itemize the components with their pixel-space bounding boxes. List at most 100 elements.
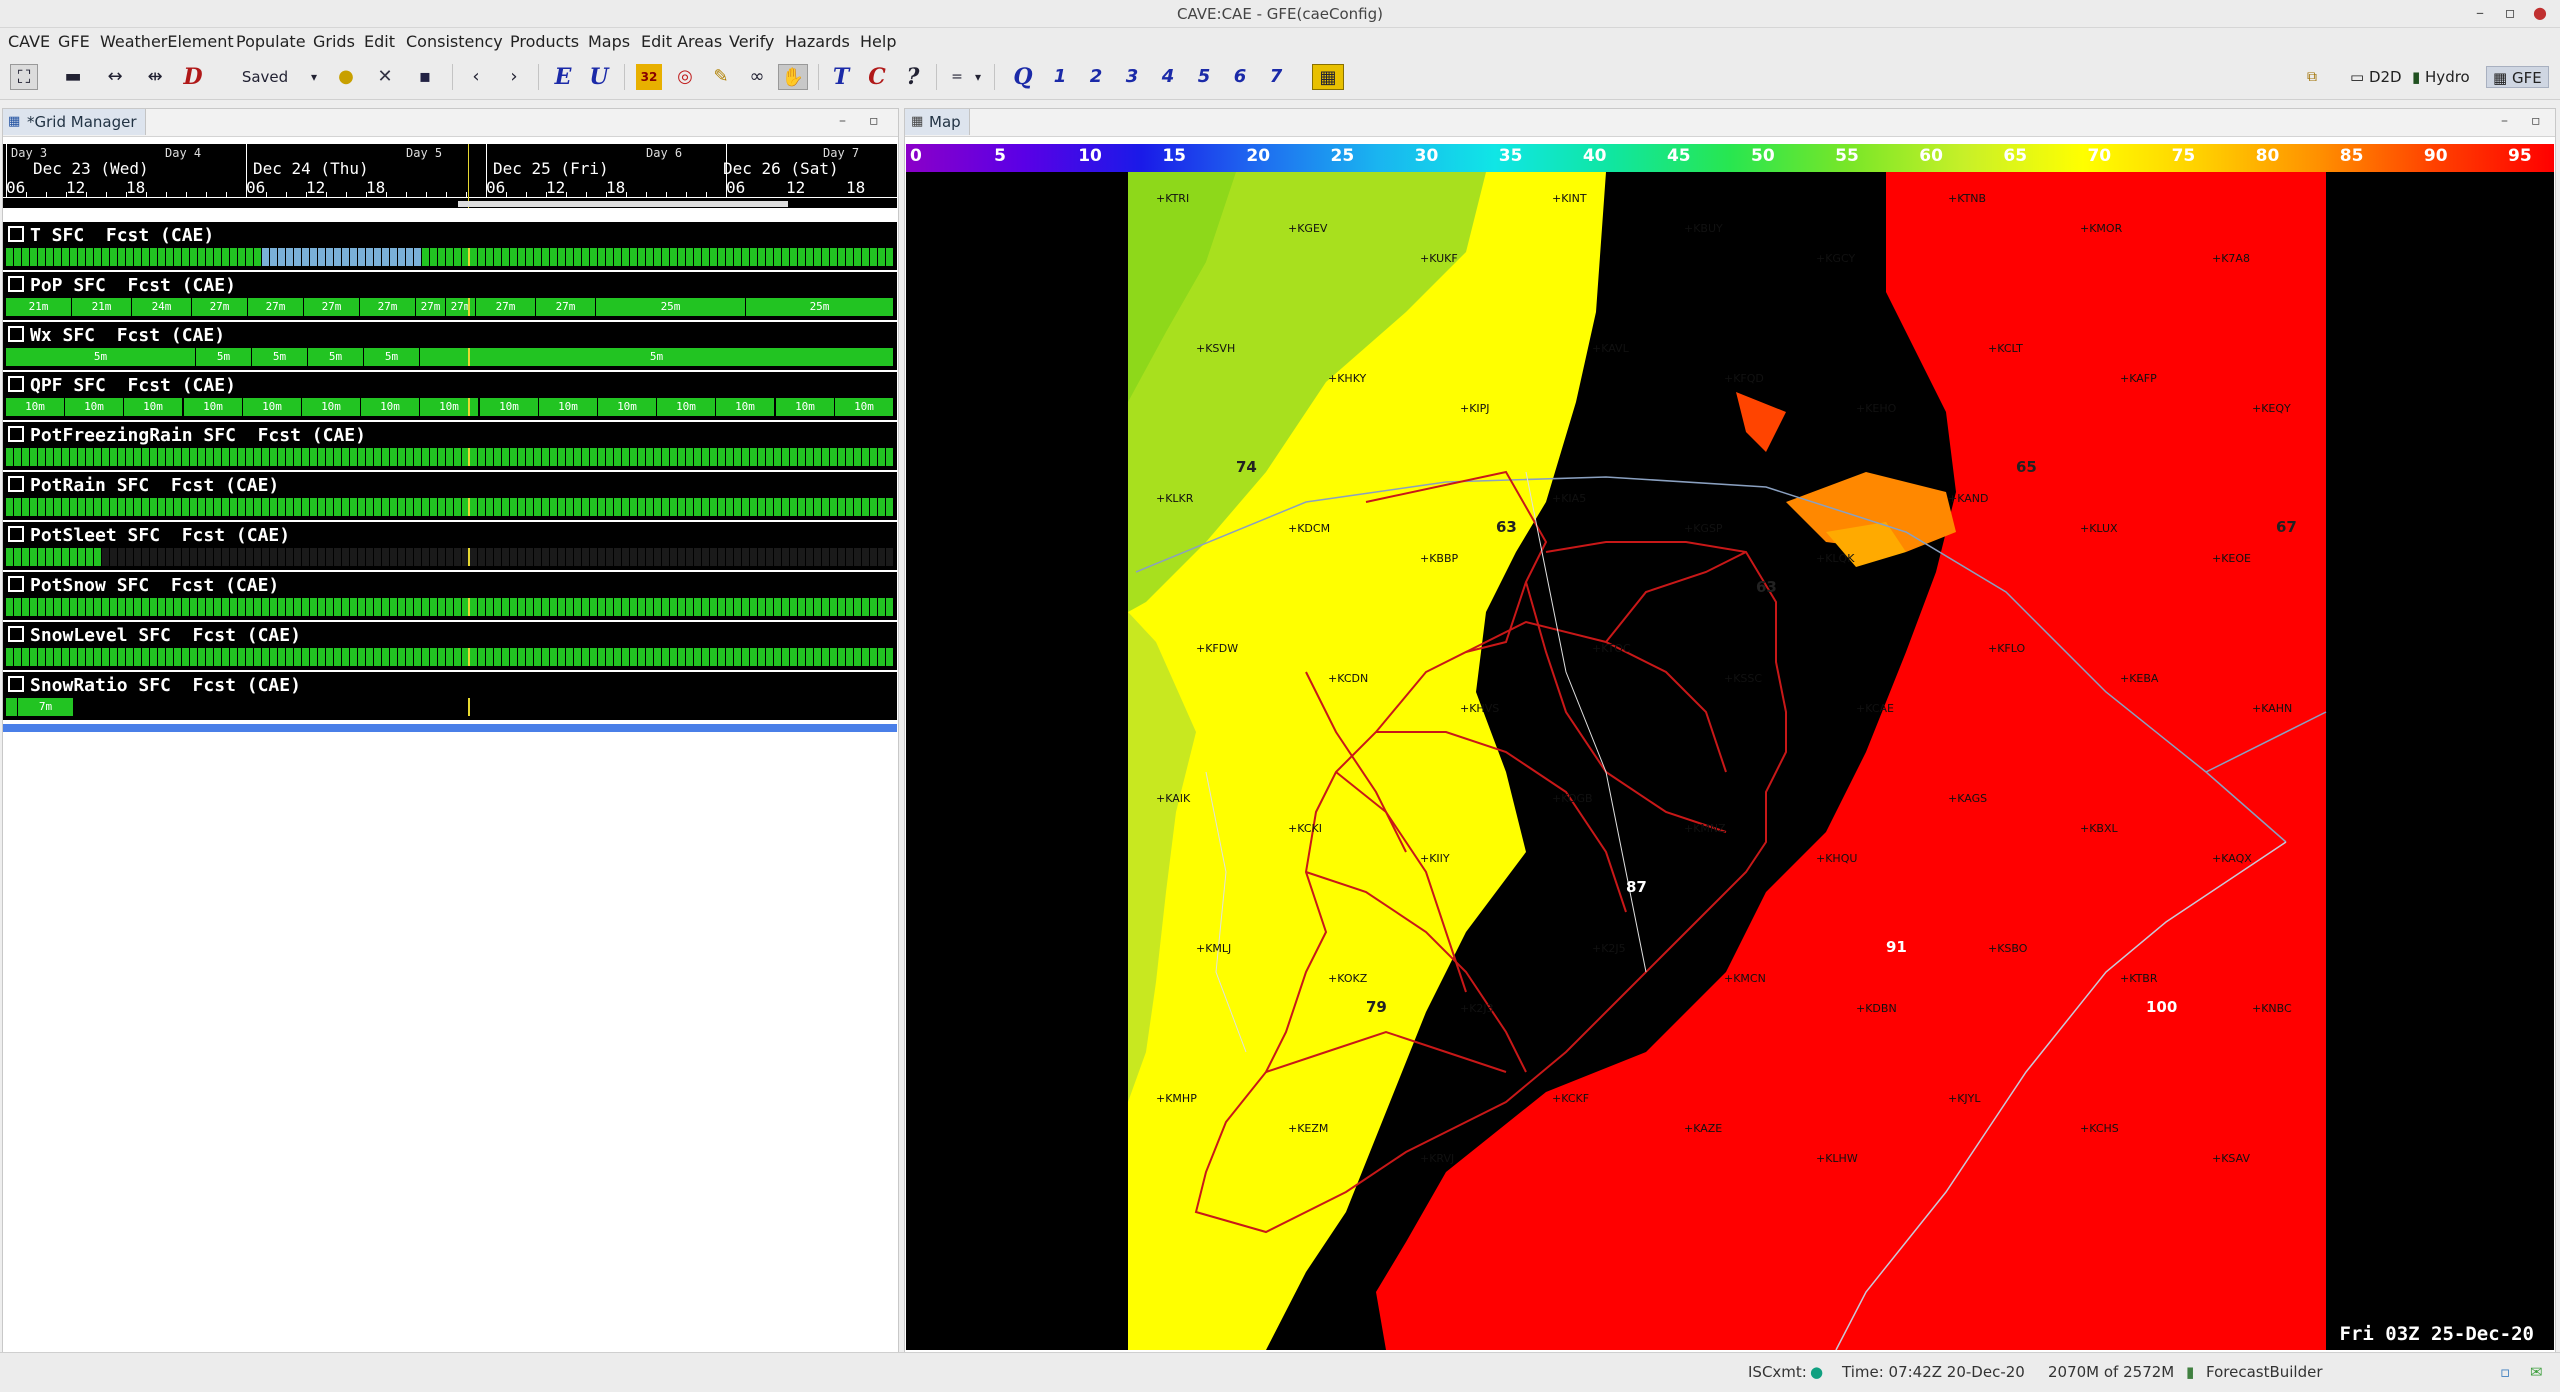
grid-block[interactable]: [182, 548, 190, 566]
grid-block[interactable]: [374, 448, 382, 466]
grid-block[interactable]: [414, 448, 422, 466]
grid-block[interactable]: [886, 498, 894, 516]
grid-block[interactable]: [342, 598, 350, 616]
grid-block[interactable]: [174, 498, 182, 516]
grid-block[interactable]: 10m: [420, 398, 479, 416]
grid-block[interactable]: [438, 648, 446, 666]
pop-map-display[interactable]: +KTRI +KGEV +KUKF +KINT +KBUY +KGCY +KTNB +KMOR…: [906, 172, 2554, 1350]
grid-block[interactable]: [86, 498, 94, 516]
grid-block[interactable]: [158, 648, 166, 666]
grid-block[interactable]: [470, 648, 478, 666]
open-perspective-icon[interactable]: ⧉: [2300, 64, 2324, 90]
grid-block[interactable]: [150, 498, 158, 516]
grid-block[interactable]: [758, 448, 766, 466]
grid-block[interactable]: [542, 648, 550, 666]
grid-block[interactable]: [382, 448, 390, 466]
grid-block[interactable]: [774, 448, 782, 466]
grid-block[interactable]: [774, 248, 782, 266]
grid-block[interactable]: [222, 248, 230, 266]
grid-block[interactable]: [198, 498, 206, 516]
grid-block[interactable]: [382, 248, 390, 266]
grid-block[interactable]: [230, 498, 238, 516]
grid-block[interactable]: [534, 448, 542, 466]
grid-block[interactable]: [118, 598, 126, 616]
grid-block[interactable]: [798, 598, 806, 616]
grid-block[interactable]: [854, 448, 862, 466]
grid-block[interactable]: [886, 648, 894, 666]
grid-block[interactable]: [590, 548, 598, 566]
grid-block[interactable]: [206, 498, 214, 516]
grid-block[interactable]: 21m: [6, 298, 72, 316]
grid-block[interactable]: [182, 498, 190, 516]
grid-block[interactable]: [414, 598, 422, 616]
grid-block[interactable]: [758, 648, 766, 666]
grid-block[interactable]: [334, 648, 342, 666]
stretch-icon[interactable]: ↔: [102, 64, 128, 90]
grid-block[interactable]: [598, 498, 606, 516]
grid-block[interactable]: [862, 498, 870, 516]
grid-block[interactable]: [158, 448, 166, 466]
grid-block[interactable]: [782, 648, 790, 666]
grid-block[interactable]: [526, 448, 534, 466]
grid-block[interactable]: [782, 498, 790, 516]
grid-block[interactable]: [182, 248, 190, 266]
grid-block[interactable]: [326, 648, 334, 666]
grid-block[interactable]: [838, 548, 846, 566]
grid-block[interactable]: [358, 448, 366, 466]
grid-block[interactable]: 27m: [476, 298, 536, 316]
grid-block[interactable]: [158, 548, 166, 566]
grid-block[interactable]: [790, 598, 798, 616]
grid-block[interactable]: [38, 248, 46, 266]
grid-block[interactable]: [46, 248, 54, 266]
grid-block[interactable]: [54, 498, 62, 516]
grid-block[interactable]: [430, 448, 438, 466]
grid-block[interactable]: [734, 498, 742, 516]
grid-block[interactable]: [646, 598, 654, 616]
grid-block[interactable]: 5m: [6, 348, 196, 366]
grid-block[interactable]: [758, 598, 766, 616]
grid-block[interactable]: [718, 648, 726, 666]
grid-block[interactable]: [590, 448, 598, 466]
grid-block[interactable]: [150, 598, 158, 616]
menu-help[interactable]: Help: [860, 32, 896, 51]
grid-block[interactable]: [582, 648, 590, 666]
grid-block[interactable]: [262, 598, 270, 616]
grid-block[interactable]: [814, 598, 822, 616]
grid-block[interactable]: [862, 598, 870, 616]
grid-block[interactable]: [494, 498, 502, 516]
grid-block[interactable]: [878, 498, 886, 516]
grid-block[interactable]: [654, 448, 662, 466]
grid-block[interactable]: [142, 498, 150, 516]
grid-block[interactable]: [678, 548, 686, 566]
grid-block[interactable]: [454, 548, 462, 566]
grid-block[interactable]: [614, 648, 622, 666]
grid-block[interactable]: [518, 548, 526, 566]
grid-block[interactable]: [470, 248, 478, 266]
grid-block[interactable]: [702, 648, 710, 666]
grid-block[interactable]: [870, 548, 878, 566]
grid-block[interactable]: [294, 248, 302, 266]
tab-grid-manager[interactable]: ▦ *Grid Manager: [3, 109, 146, 135]
grid-block[interactable]: [70, 548, 78, 566]
grid-block[interactable]: [630, 498, 638, 516]
grid-block[interactable]: [822, 648, 830, 666]
grid-block[interactable]: [206, 548, 214, 566]
grid-block[interactable]: [166, 598, 174, 616]
grid-block[interactable]: [102, 498, 110, 516]
grid-block[interactable]: [470, 548, 478, 566]
grid-block[interactable]: [494, 598, 502, 616]
grid-block[interactable]: [598, 448, 606, 466]
grid-block[interactable]: [582, 448, 590, 466]
grid-block[interactable]: [414, 248, 422, 266]
grid-block[interactable]: [14, 248, 22, 266]
grid-block[interactable]: [814, 448, 822, 466]
message-icon[interactable]: ✉: [2530, 1363, 2543, 1381]
grid-block[interactable]: [134, 498, 142, 516]
grid-block[interactable]: 27m: [446, 298, 476, 316]
grid-block[interactable]: [846, 648, 854, 666]
chevron-down-icon[interactable]: ▾: [970, 64, 986, 90]
grid-block[interactable]: [262, 548, 270, 566]
grid-block[interactable]: [310, 498, 318, 516]
grid-block[interactable]: [766, 598, 774, 616]
grid-block[interactable]: [38, 448, 46, 466]
